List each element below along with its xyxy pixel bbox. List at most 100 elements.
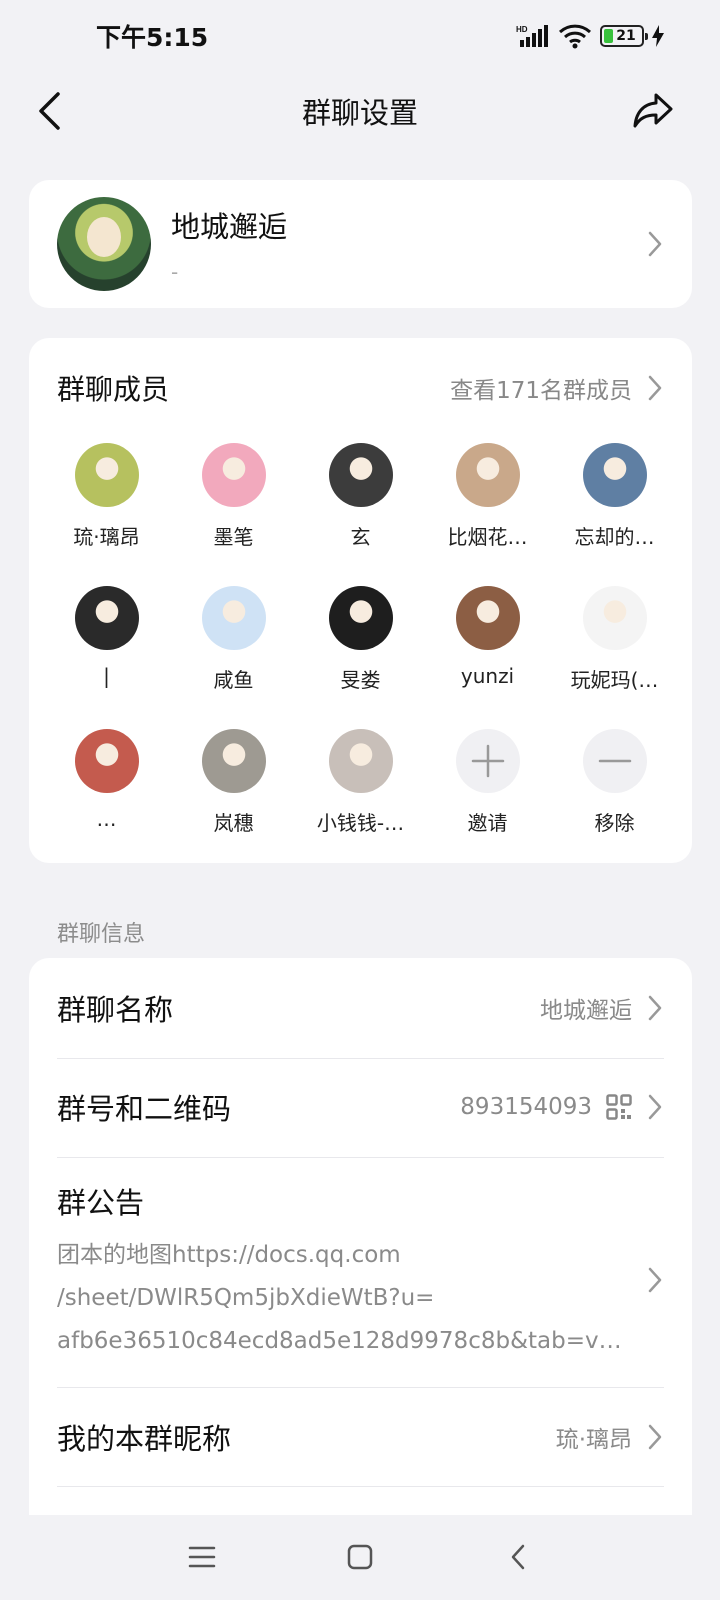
divider xyxy=(57,1387,664,1388)
qr-code-icon xyxy=(606,1094,632,1120)
member-avatar xyxy=(201,586,266,650)
member-avatar xyxy=(328,586,393,650)
share-icon xyxy=(633,93,673,128)
group-profile-card[interactable]: 地城邂逅 - xyxy=(29,180,692,308)
battery-level: 21 xyxy=(616,28,636,44)
my-nickname-value: 琉·璃昂 xyxy=(555,1427,632,1453)
member-avatar xyxy=(582,443,647,507)
plus-icon xyxy=(455,729,520,793)
member-item[interactable]: 旻娄 xyxy=(297,586,424,693)
notice-line: 团本的地图https://docs.qq.com xyxy=(57,1242,401,1268)
signal-icon: HD xyxy=(516,25,548,47)
member-avatar xyxy=(328,729,393,793)
member-name: 小钱钱-… xyxy=(316,811,405,835)
member-item[interactable]: 墨笔 xyxy=(170,443,297,550)
member-name: 玄 xyxy=(350,525,371,549)
notice-line: /sheet/DWlR5Qm5jbXdieWtB?u= xyxy=(57,1285,435,1311)
member-item[interactable]: 咸鱼 xyxy=(170,586,297,693)
member-name: 比烟花… xyxy=(447,525,528,549)
group-id-value-wrap: 893154093 xyxy=(460,1093,664,1121)
chevron-right-icon xyxy=(646,994,664,1022)
group-info: 地城邂逅 - xyxy=(171,204,646,284)
member-name: yunzi xyxy=(460,664,515,688)
chevron-right-icon xyxy=(646,1266,664,1294)
member-avatar xyxy=(455,586,520,650)
member-item[interactable]: | xyxy=(43,586,170,693)
member-name: 玩妮玛(… xyxy=(570,668,659,692)
invite-label: 邀请 xyxy=(467,811,508,835)
chevron-right-icon xyxy=(646,374,664,402)
my-nickname-label: 我的本群昵称 xyxy=(57,1422,232,1456)
member-name: … xyxy=(96,807,117,831)
member-item[interactable]: 玄 xyxy=(297,443,424,550)
charging-icon xyxy=(652,25,664,47)
member-avatar xyxy=(74,586,139,650)
status-bar: 下午5:15 HD 21 xyxy=(0,0,720,72)
members-header: 群聊成员 查看171名群成员 xyxy=(57,368,664,408)
member-item[interactable]: 玩妮玛(… xyxy=(551,586,678,693)
chevron-right-icon xyxy=(646,230,664,258)
battery-icon: 21 xyxy=(600,25,648,47)
members-card: 群聊成员 查看171名群成员 琉·璃昂 墨笔 玄 比烟花… 忘却的… | 咸鱼 旻娄 yunzi… xyxy=(29,338,692,863)
share-button[interactable] xyxy=(626,84,680,138)
nav-bar: 群聊设置 xyxy=(0,72,720,150)
member-item[interactable]: 岚穗 xyxy=(170,729,297,836)
member-name: 墨笔 xyxy=(213,525,254,549)
member-avatar xyxy=(455,443,520,507)
member-avatar xyxy=(74,443,139,507)
group-info-card: 群聊名称 地城邂逅 群号和二维码 893154093 群公告 团本的地图http… xyxy=(29,958,692,1530)
group-name-value: 地城邂逅 xyxy=(540,998,632,1024)
status-icons: HD 21 xyxy=(516,23,664,49)
member-avatar xyxy=(201,729,266,793)
group-subtitle: - xyxy=(171,260,179,284)
notice-line: afb6e36510c84ecd8ad5e128d9978c8b&tab=v… xyxy=(57,1328,622,1354)
member-item[interactable]: yunzi xyxy=(424,586,551,693)
member-item[interactable]: 忘却的… xyxy=(551,443,678,550)
divider xyxy=(57,1058,664,1059)
status-time: 下午5:15 xyxy=(96,23,209,52)
group-notice-text: 团本的地图https://docs.qq.com /sheet/DWlR5Qm5… xyxy=(57,1234,627,1363)
member-avatar xyxy=(74,729,139,793)
group-id-label: 群号和二维码 xyxy=(57,1092,232,1126)
group-notice-label: 群公告 xyxy=(57,1186,145,1220)
remove-member-button[interactable]: 移除 xyxy=(551,729,678,836)
divider xyxy=(57,1486,664,1487)
group-id-value: 893154093 xyxy=(460,1094,592,1120)
member-avatar xyxy=(582,586,647,650)
member-grid: 琉·璃昂 墨笔 玄 比烟花… 忘却的… | 咸鱼 旻娄 yunzi 玩妮玛(… … 岚穗 小钱钱-… 邀请… xyxy=(43,443,678,836)
view-all-members-link[interactable]: 查看171名群成员 xyxy=(450,371,664,405)
divider xyxy=(57,1157,664,1158)
member-name: 咸鱼 xyxy=(213,668,254,692)
remove-label: 移除 xyxy=(594,811,635,835)
chevron-right-icon xyxy=(646,1423,664,1451)
member-item[interactable]: 小钱钱-… xyxy=(297,729,424,836)
minus-icon xyxy=(582,729,647,793)
view-all-members-label: 查看171名群成员 xyxy=(450,378,632,404)
row-my-nickname[interactable]: 我的本群昵称 琉·璃昂 xyxy=(57,1415,664,1459)
row-group-name[interactable]: 群聊名称 地城邂逅 xyxy=(57,986,664,1030)
group-name-label: 群聊名称 xyxy=(57,993,174,1027)
member-name: 忘却的… xyxy=(574,525,655,549)
member-name: 旻娄 xyxy=(340,668,381,692)
menu-button[interactable] xyxy=(182,1537,222,1577)
member-item[interactable]: 琉·璃昂 xyxy=(43,443,170,550)
member-item[interactable]: 比烟花… xyxy=(424,443,551,550)
system-back-button[interactable] xyxy=(498,1537,538,1577)
group-avatar xyxy=(57,197,151,291)
invite-member-button[interactable]: 邀请 xyxy=(424,729,551,836)
group-name: 地城邂逅 xyxy=(171,210,288,244)
member-item[interactable]: … xyxy=(43,729,170,836)
home-icon xyxy=(347,1544,373,1570)
row-group-notice[interactable]: 群公告 团本的地图https://docs.qq.com /sheet/DWlR… xyxy=(57,1180,664,1370)
section-label-group-info: 群聊信息 xyxy=(57,922,146,947)
member-name: 岚穗 xyxy=(213,811,254,835)
member-name: | xyxy=(103,664,110,688)
member-avatar xyxy=(201,443,266,507)
home-button[interactable] xyxy=(340,1537,380,1577)
group-notice-content: 群公告 团本的地图https://docs.qq.com /sheet/DWlR… xyxy=(57,1180,627,1363)
back-button[interactable] xyxy=(22,84,76,138)
member-name: 琉·璃昂 xyxy=(73,525,140,549)
chevron-right-icon xyxy=(646,1093,664,1121)
row-group-id[interactable]: 群号和二维码 893154093 xyxy=(57,1085,664,1129)
svg-text:HD: HD xyxy=(516,25,528,34)
